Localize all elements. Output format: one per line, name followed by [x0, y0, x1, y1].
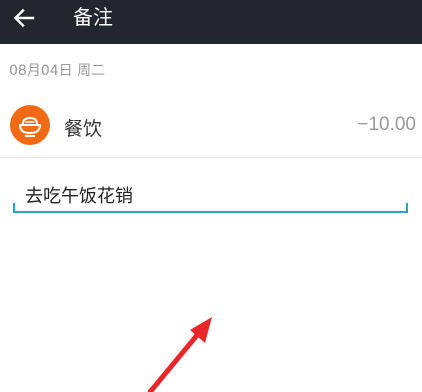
- arrow-left-icon: [13, 8, 35, 28]
- input-underline-left-tick: [13, 203, 15, 213]
- input-underline-right-tick: [406, 203, 408, 213]
- rice-bowl-icon: [10, 105, 50, 145]
- record-row: 餐饮 −10.00: [0, 100, 422, 156]
- page-title: 备注: [73, 5, 113, 29]
- record-date: 08月04日 周二: [9, 63, 106, 79]
- top-bar: 备注: [0, 0, 422, 44]
- amount: −10.00: [357, 114, 416, 135]
- back-button[interactable]: [6, 0, 42, 36]
- category-name: 餐饮: [64, 118, 103, 140]
- divider: [0, 157, 422, 158]
- note-input[interactable]: [13, 178, 408, 213]
